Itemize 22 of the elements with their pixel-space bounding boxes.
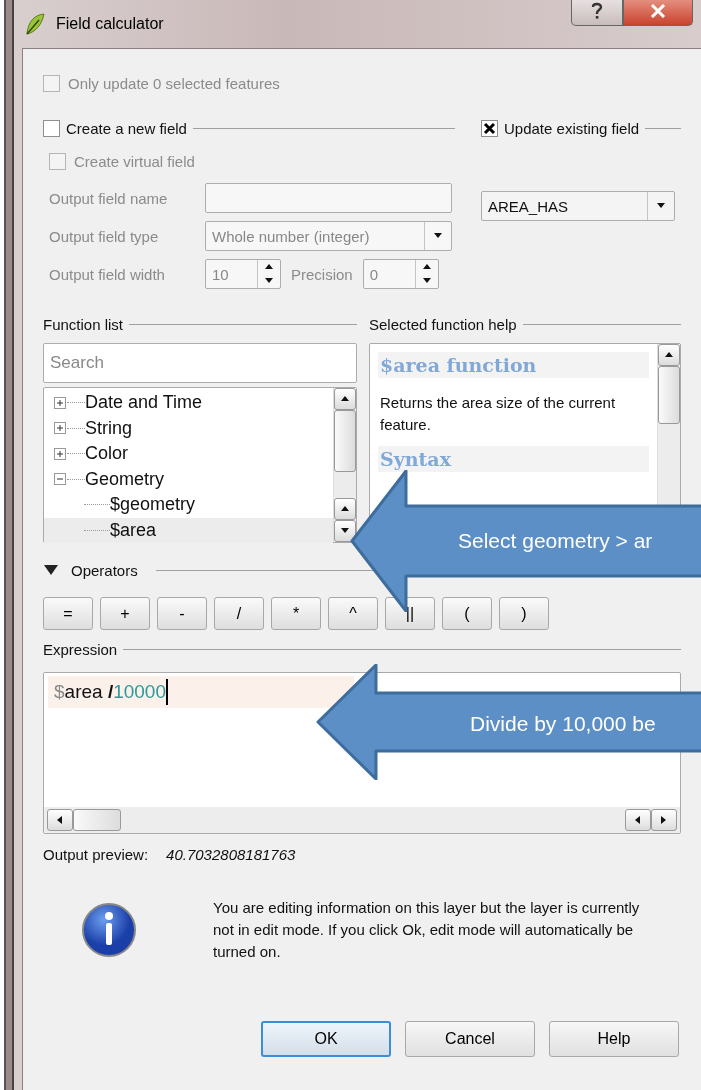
help-heading: $area function <box>378 352 649 378</box>
section-title: Function list <box>43 315 124 333</box>
checkbox-label: Only update 0 selected features <box>68 74 280 92</box>
checkbox-label: Create virtual field <box>74 152 195 170</box>
callout-text: Select geometry > ar <box>458 529 653 553</box>
checkbox-label: Update existing field <box>504 119 640 137</box>
help-text: Returns the area size of the current feature. <box>380 393 617 435</box>
info-message: You are editing information on this layer but the layer is currently not in edit mode. If you click Ok, edit mode will automatically be turned on. <box>213 898 641 962</box>
field-label: Output field name <box>49 189 169 207</box>
section-title: Expression <box>43 640 118 658</box>
field-label: Output field width <box>49 265 166 283</box>
section-title: Operators <box>71 561 138 579</box>
preview-value: 40.7032808181763 <box>166 846 296 863</box>
preview-label: Output preview: <box>43 846 149 863</box>
expression-text: $area /10000 <box>54 681 166 703</box>
callout-text: Divide by 10,000 be <box>470 712 656 737</box>
section-title: Selected function help <box>369 315 517 333</box>
field-label: Output field type <box>49 227 160 245</box>
field-label: Precision <box>291 265 353 283</box>
window-title: Field calculator <box>56 15 165 33</box>
checkbox-label: Create a new field <box>66 119 187 137</box>
help-heading: Syntax <box>378 446 649 472</box>
